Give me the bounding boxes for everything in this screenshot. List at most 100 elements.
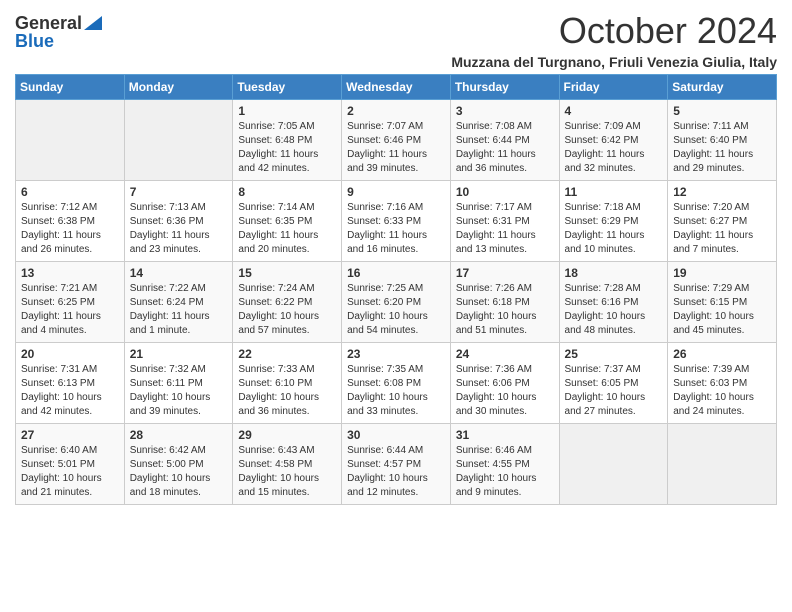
week-row-1: 1 Sunrise: 7:05 AM Sunset: 6:48 PM Daylig…	[16, 100, 777, 181]
day-number: 11	[565, 185, 663, 199]
day-info: Sunrise: 7:11 AM Sunset: 6:40 PM Dayligh…	[673, 120, 771, 176]
calendar-cell: 19Sunrise: 7:29 AM Sunset: 6:15 PM Dayli…	[668, 262, 777, 343]
day-number: 24	[456, 347, 554, 361]
day-header-saturday: Saturday	[668, 75, 777, 100]
day-info: Sunrise: 7:09 AM Sunset: 6:42 PM Dayligh…	[565, 120, 663, 176]
day-info: Sunrise: 7:20 AM Sunset: 6:27 PM Dayligh…	[673, 201, 771, 257]
day-number: 30	[347, 428, 445, 442]
day-number: 28	[130, 428, 228, 442]
day-number: 5	[673, 104, 771, 118]
calendar-cell: 1 Sunrise: 7:05 AM Sunset: 6:48 PM Daylig…	[233, 100, 342, 181]
day-info: Sunrise: 6:40 AM Sunset: 5:01 PM Dayligh…	[21, 444, 119, 500]
calendar-cell: 21Sunrise: 7:32 AM Sunset: 6:11 PM Dayli…	[124, 343, 233, 424]
day-header-sunday: Sunday	[16, 75, 125, 100]
calendar-cell: 2Sunrise: 7:07 AM Sunset: 6:46 PM Daylig…	[342, 100, 451, 181]
day-number: 10	[456, 185, 554, 199]
day-number: 16	[347, 266, 445, 280]
calendar-cell: 29 Sunrise: 6:43 AM Sunset: 4:58 PM Dayli…	[233, 424, 342, 505]
day-header-tuesday: Tuesday	[233, 75, 342, 100]
day-number: 25	[565, 347, 663, 361]
day-info: Sunrise: 7:31 AM Sunset: 6:13 PM Dayligh…	[21, 363, 119, 419]
day-number: 18	[565, 266, 663, 280]
day-info: Sunrise: 7:37 AM Sunset: 6:05 PM Dayligh…	[565, 363, 663, 419]
calendar-cell: 28Sunrise: 6:42 AM Sunset: 5:00 PM Dayli…	[124, 424, 233, 505]
calendar-cell: 13 Sunrise: 7:21 AM Sunset: 6:25 PM Dayli…	[16, 262, 125, 343]
day-number: 12	[673, 185, 771, 199]
calendar-cell: 16Sunrise: 7:25 AM Sunset: 6:20 PM Dayli…	[342, 262, 451, 343]
day-header-friday: Friday	[559, 75, 668, 100]
day-info: Sunrise: 6:43 AM Sunset: 4:58 PM Dayligh…	[238, 444, 336, 500]
day-number: 15	[238, 266, 336, 280]
calendar-cell	[124, 100, 233, 181]
day-info: Sunrise: 7:24 AM Sunset: 6:22 PM Dayligh…	[238, 282, 336, 338]
calendar-cell: 23Sunrise: 7:35 AM Sunset: 6:08 PM Dayli…	[342, 343, 451, 424]
day-info: Sunrise: 7:18 AM Sunset: 6:29 PM Dayligh…	[565, 201, 663, 257]
day-info: Sunrise: 7:22 AM Sunset: 6:24 PM Dayligh…	[130, 282, 228, 338]
day-number: 26	[673, 347, 771, 361]
title-block: October 2024 Muzzana del Turgnano, Friul…	[451, 10, 777, 70]
day-info: Sunrise: 7:05 AM Sunset: 6:48 PM Dayligh…	[238, 120, 336, 176]
day-number: 2	[347, 104, 445, 118]
day-number: 21	[130, 347, 228, 361]
day-header-wednesday: Wednesday	[342, 75, 451, 100]
day-number: 29	[238, 428, 336, 442]
day-number: 31	[456, 428, 554, 442]
day-number: 13	[21, 266, 119, 280]
calendar-cell: 14 Sunrise: 7:22 AM Sunset: 6:24 PM Dayli…	[124, 262, 233, 343]
calendar-cell: 7Sunrise: 7:13 AM Sunset: 6:36 PM Daylig…	[124, 181, 233, 262]
day-number: 8	[238, 185, 336, 199]
calendar-cell: 4 Sunrise: 7:09 AM Sunset: 6:42 PM Daylig…	[559, 100, 668, 181]
day-info: Sunrise: 7:08 AM Sunset: 6:44 PM Dayligh…	[456, 120, 554, 176]
day-header-thursday: Thursday	[450, 75, 559, 100]
calendar-cell: 24 Sunrise: 7:36 AM Sunset: 6:06 PM Dayli…	[450, 343, 559, 424]
day-info: Sunrise: 7:39 AM Sunset: 6:03 PM Dayligh…	[673, 363, 771, 419]
calendar-cell: 31Sunrise: 6:46 AM Sunset: 4:55 PM Dayli…	[450, 424, 559, 505]
calendar-cell: 6Sunrise: 7:12 AM Sunset: 6:38 PM Daylig…	[16, 181, 125, 262]
calendar-cell: 10 Sunrise: 7:17 AM Sunset: 6:31 PM Dayli…	[450, 181, 559, 262]
calendar-cell	[16, 100, 125, 181]
day-info: Sunrise: 7:16 AM Sunset: 6:33 PM Dayligh…	[347, 201, 445, 257]
calendar-cell	[559, 424, 668, 505]
week-row-3: 13 Sunrise: 7:21 AM Sunset: 6:25 PM Dayli…	[16, 262, 777, 343]
logo: General Blue	[15, 14, 102, 50]
calendar-table: SundayMondayTuesdayWednesdayThursdayFrid…	[15, 74, 777, 505]
day-header-monday: Monday	[124, 75, 233, 100]
day-number: 27	[21, 428, 119, 442]
calendar-cell: 25 Sunrise: 7:37 AM Sunset: 6:05 PM Dayli…	[559, 343, 668, 424]
calendar-cell: 8Sunrise: 7:14 AM Sunset: 6:35 PM Daylig…	[233, 181, 342, 262]
calendar-cell: 18 Sunrise: 7:28 AM Sunset: 6:16 PM Dayli…	[559, 262, 668, 343]
day-info: Sunrise: 7:36 AM Sunset: 6:06 PM Dayligh…	[456, 363, 554, 419]
day-info: Sunrise: 7:21 AM Sunset: 6:25 PM Dayligh…	[21, 282, 119, 338]
calendar-cell: 22 Sunrise: 7:33 AM Sunset: 6:10 PM Dayli…	[233, 343, 342, 424]
day-number: 17	[456, 266, 554, 280]
day-number: 1	[238, 104, 336, 118]
day-info: Sunrise: 7:33 AM Sunset: 6:10 PM Dayligh…	[238, 363, 336, 419]
day-info: Sunrise: 7:13 AM Sunset: 6:36 PM Dayligh…	[130, 201, 228, 257]
logo-icon	[84, 16, 102, 30]
week-row-4: 20Sunrise: 7:31 AM Sunset: 6:13 PM Dayli…	[16, 343, 777, 424]
day-info: Sunrise: 7:28 AM Sunset: 6:16 PM Dayligh…	[565, 282, 663, 338]
day-number: 6	[21, 185, 119, 199]
month-title: October 2024	[451, 10, 777, 52]
day-number: 22	[238, 347, 336, 361]
calendar-cell: 20Sunrise: 7:31 AM Sunset: 6:13 PM Dayli…	[16, 343, 125, 424]
calendar-cell: 26 Sunrise: 7:39 AM Sunset: 6:03 PM Dayli…	[668, 343, 777, 424]
calendar-cell: 3 Sunrise: 7:08 AM Sunset: 6:44 PM Daylig…	[450, 100, 559, 181]
day-info: Sunrise: 7:17 AM Sunset: 6:31 PM Dayligh…	[456, 201, 554, 257]
day-number: 14	[130, 266, 228, 280]
day-number: 3	[456, 104, 554, 118]
day-info: Sunrise: 6:44 AM Sunset: 4:57 PM Dayligh…	[347, 444, 445, 500]
calendar-cell	[668, 424, 777, 505]
calendar-cell: 5 Sunrise: 7:11 AM Sunset: 6:40 PM Daylig…	[668, 100, 777, 181]
week-row-2: 6Sunrise: 7:12 AM Sunset: 6:38 PM Daylig…	[16, 181, 777, 262]
day-number: 23	[347, 347, 445, 361]
calendar-cell: 27 Sunrise: 6:40 AM Sunset: 5:01 PM Dayli…	[16, 424, 125, 505]
calendar-cell: 11 Sunrise: 7:18 AM Sunset: 6:29 PM Dayli…	[559, 181, 668, 262]
calendar-cell: 12 Sunrise: 7:20 AM Sunset: 6:27 PM Dayli…	[668, 181, 777, 262]
page-header: General Blue October 2024 Muzzana del Tu…	[15, 10, 777, 70]
day-info: Sunrise: 7:26 AM Sunset: 6:18 PM Dayligh…	[456, 282, 554, 338]
day-number: 4	[565, 104, 663, 118]
calendar-cell: 17 Sunrise: 7:26 AM Sunset: 6:18 PM Dayli…	[450, 262, 559, 343]
calendar-body: 1 Sunrise: 7:05 AM Sunset: 6:48 PM Daylig…	[16, 100, 777, 505]
day-info: Sunrise: 7:29 AM Sunset: 6:15 PM Dayligh…	[673, 282, 771, 338]
